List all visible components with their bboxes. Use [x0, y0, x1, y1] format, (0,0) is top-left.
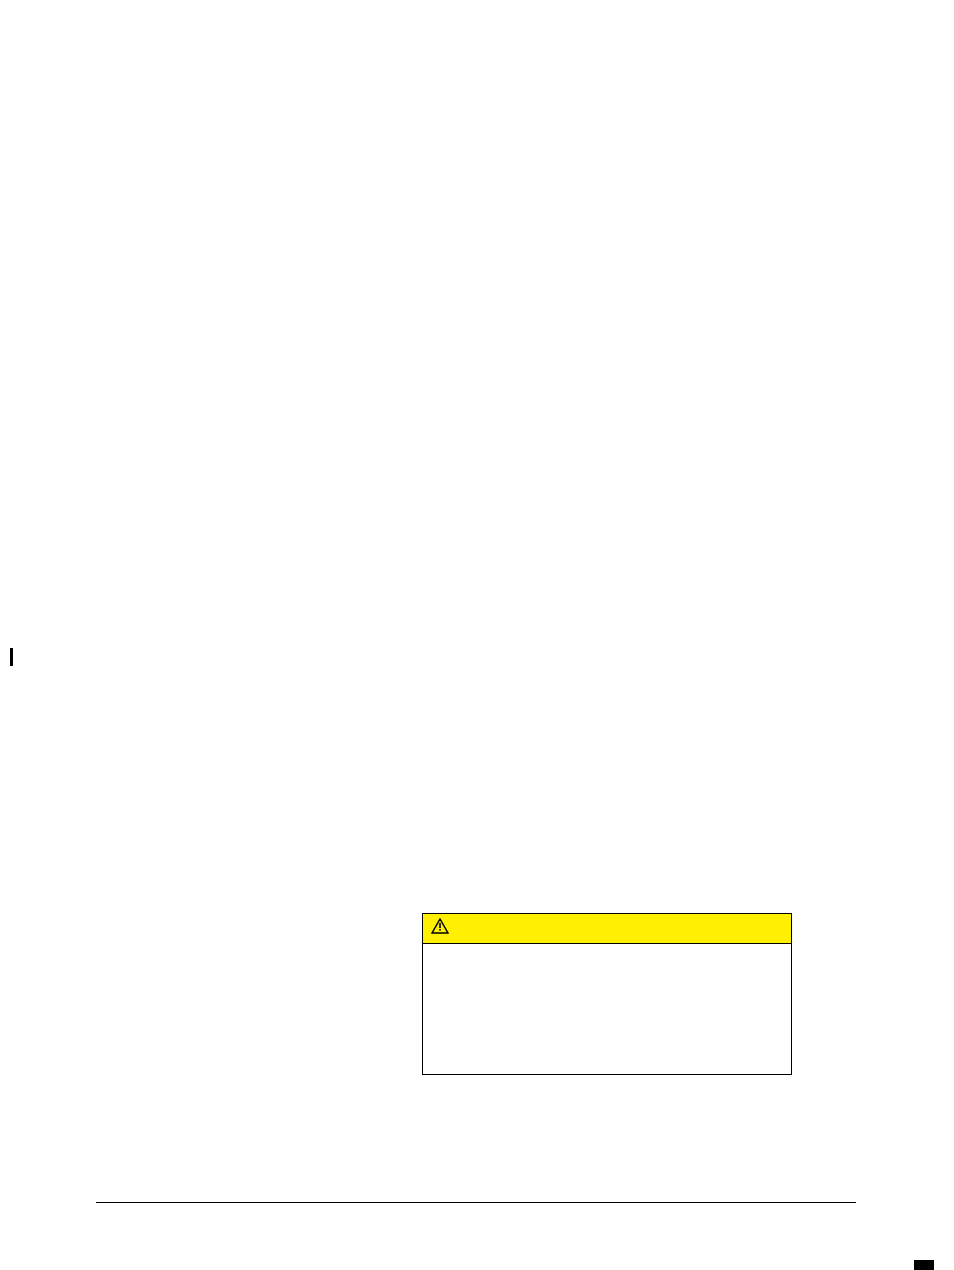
revision-change-bar — [10, 648, 13, 666]
page-number-tab — [914, 1260, 934, 1270]
caution-body — [423, 944, 791, 1074]
document-page — [0, 0, 954, 1235]
footer-rule — [96, 1202, 856, 1203]
caution-callout — [422, 913, 792, 1075]
warning-triangle-icon — [431, 918, 449, 939]
caution-header — [423, 914, 791, 944]
